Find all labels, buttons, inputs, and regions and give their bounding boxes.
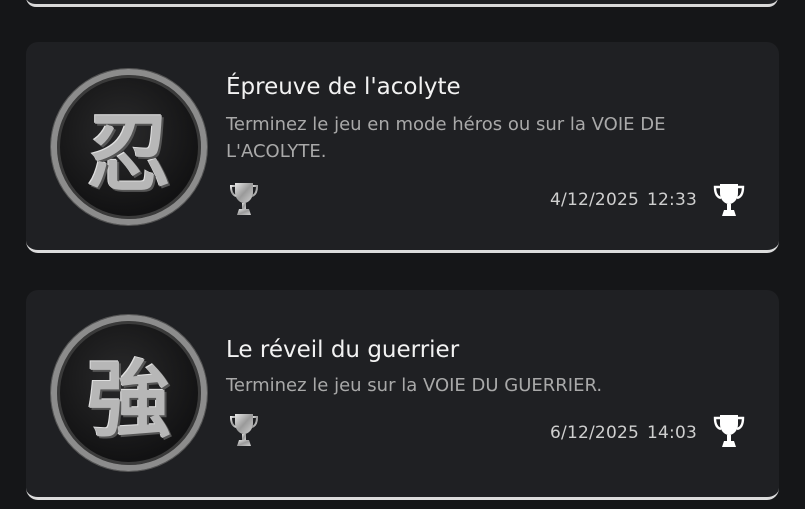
silver-trophy-icon	[229, 180, 259, 216]
trophy-card[interactable]: 強 Le réveil du guerrier Terminez le jeu …	[26, 290, 779, 500]
trophy-earned-icon	[711, 412, 747, 448]
trophy-card-previous[interactable]	[26, 0, 778, 7]
earned-date: 6/12/2025	[550, 423, 639, 443]
emblem-kanji: 強	[86, 349, 171, 449]
trophy-title: Le réveil du guerrier	[226, 337, 460, 363]
trophy-emblem: 強	[51, 315, 207, 471]
trophy-description: Terminez le jeu en mode héros ou sur la …	[226, 114, 666, 162]
trophy-title: Épreuve de l'acolyte	[226, 74, 461, 100]
earned-time: 14:03	[647, 423, 697, 443]
trophy-earned-icon	[711, 181, 747, 217]
trophy-emblem: 忍	[51, 69, 207, 225]
trophy-card[interactable]: 忍 Épreuve de l'acolyte Terminez le jeu e…	[26, 42, 779, 253]
earned-time: 12:33	[647, 190, 697, 210]
earned-datetime: 6/12/2025 14:03	[550, 423, 697, 443]
earned-datetime: 4/12/2025 12:33	[550, 190, 697, 210]
earned-date: 4/12/2025	[550, 190, 639, 210]
emblem-kanji: 忍	[86, 103, 171, 203]
silver-trophy-icon	[229, 411, 259, 447]
trophy-list-page: 忍 Épreuve de l'acolyte Terminez le jeu e…	[0, 0, 805, 509]
trophy-description: Terminez le jeu sur la VOIE DU GUERRIER.	[226, 375, 603, 396]
